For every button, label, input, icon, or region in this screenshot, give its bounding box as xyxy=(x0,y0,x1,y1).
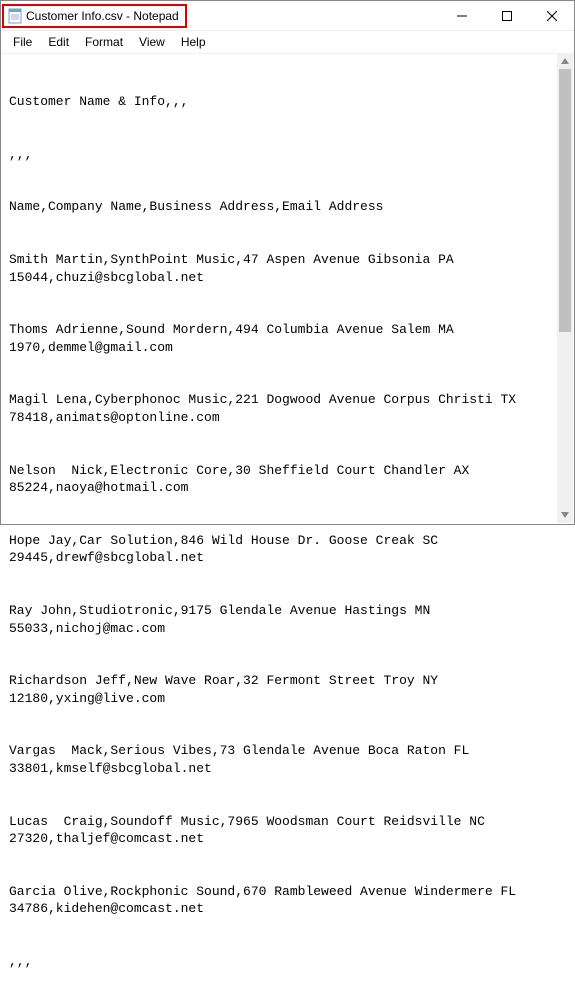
text-line: Garcia Olive,Rockphonic Sound,670 Ramble… xyxy=(9,883,566,918)
minimize-button[interactable] xyxy=(439,1,484,30)
text-line: Name,Company Name,Business Address,Email… xyxy=(9,198,566,216)
text-line: Hope Jay,Car Solution,846 Wild House Dr.… xyxy=(9,532,566,567)
vertical-scrollbar[interactable] xyxy=(557,53,573,523)
text-line: Vargas Mack,Serious Vibes,73 Glendale Av… xyxy=(9,742,566,777)
text-line: Smith Martin,SynthPoint Music,47 Aspen A… xyxy=(9,251,566,286)
text-line: Thoms Adrienne,Sound Mordern,494 Columbi… xyxy=(9,321,566,356)
menu-view[interactable]: View xyxy=(131,33,173,51)
menubar: File Edit Format View Help xyxy=(1,31,574,54)
notepad-icon xyxy=(8,8,22,24)
text-line: ,,, xyxy=(9,146,566,164)
scroll-down-arrow-icon[interactable] xyxy=(557,507,573,523)
text-line: ,,, xyxy=(9,953,566,971)
menu-format[interactable]: Format xyxy=(77,33,131,51)
text-line: Richardson Jeff,New Wave Roar,32 Fermont… xyxy=(9,672,566,707)
scroll-up-arrow-icon[interactable] xyxy=(557,53,573,69)
menu-file[interactable]: File xyxy=(5,33,40,51)
text-line: Magil Lena,Cyberphonoc Music,221 Dogwood… xyxy=(9,391,566,426)
text-area[interactable]: Customer Name & Info,,, ,,, Name,Company… xyxy=(1,54,574,992)
text-line: Lucas Craig,Soundoff Music,7965 Woodsman… xyxy=(9,813,566,848)
maximize-button[interactable] xyxy=(484,1,529,30)
close-button[interactable] xyxy=(529,1,574,30)
scroll-track[interactable] xyxy=(557,69,573,507)
menu-help[interactable]: Help xyxy=(173,33,214,51)
titlebar: Customer Info.csv - Notepad xyxy=(1,1,574,31)
window-controls xyxy=(439,1,574,30)
text-line: Customer Name & Info,,, xyxy=(9,93,566,111)
window-title: Customer Info.csv - Notepad xyxy=(26,9,179,23)
text-line: Ray John,Studiotronic,9175 Glendale Aven… xyxy=(9,602,566,637)
text-line: Nelson Nick,Electronic Core,30 Sheffield… xyxy=(9,462,566,497)
title-highlight-box: Customer Info.csv - Notepad xyxy=(2,4,187,28)
scroll-thumb[interactable] xyxy=(559,69,571,332)
menu-edit[interactable]: Edit xyxy=(40,33,77,51)
